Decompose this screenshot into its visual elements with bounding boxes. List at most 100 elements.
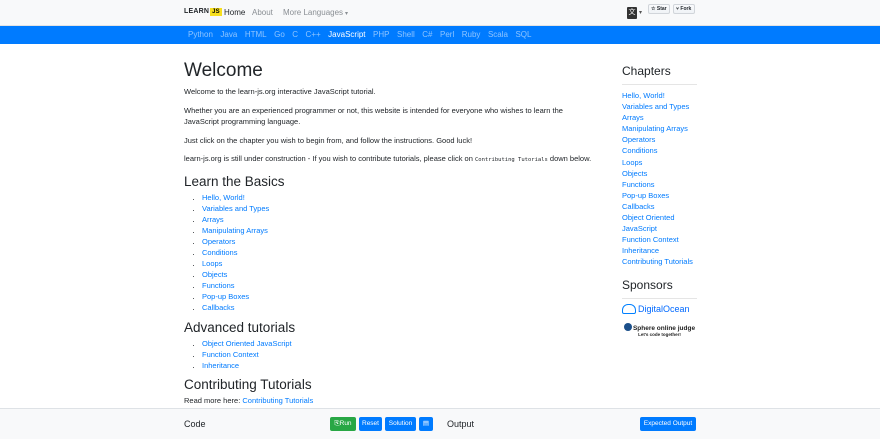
reset-button[interactable]: Reset <box>359 417 382 431</box>
instructions-paragraph: Just click on the chapter you wish to be… <box>184 135 473 145</box>
list-item: Functions <box>202 280 594 291</box>
language-bar: Python Java HTML Go C C++ JavaScript PHP Shell C#… <box>0 26 880 44</box>
language-tab[interactable]: JavaScript <box>328 30 365 39</box>
basics-list: Hello, World! Variables and Types Arrays Ma… <box>184 192 594 314</box>
top-navbar: LEARN JS Home About More Languages ▾ 文 ▾ ☆… <box>0 0 880 26</box>
chapter-list: Hello, World! Variables and Types Arrays Ma… <box>622 90 697 268</box>
chapter-link[interactable]: Functions <box>622 179 697 190</box>
language-tab[interactable]: PHP <box>373 30 389 39</box>
chapter-link[interactable]: Variables and Types <box>622 101 697 112</box>
digitalocean-label: DigitalOcean <box>638 303 690 314</box>
logo-text: LEARN <box>184 8 210 15</box>
contributing-link[interactable]: Contributing Tutorials <box>242 396 313 405</box>
sphere-title: Sphere online judge <box>632 324 696 332</box>
list-item: Object Oriented JavaScript <box>202 338 594 349</box>
more-languages-dropdown[interactable]: More Languages ▾ <box>283 8 348 17</box>
tutorial-link[interactable]: Objects <box>202 270 227 279</box>
language-tab[interactable]: Java <box>220 30 237 39</box>
chapter-link[interactable]: Loops <box>622 157 697 168</box>
nav-about-link[interactable]: About <box>252 8 273 17</box>
tutorial-link[interactable]: Manipulating Arrays <box>202 226 268 235</box>
list-item: Operators <box>202 236 594 247</box>
tutorial-link[interactable]: Variables and Types <box>202 204 269 213</box>
language-tab[interactable]: Shell <box>397 30 415 39</box>
language-tab[interactable]: Ruby <box>462 30 481 39</box>
chevron-down-icon[interactable]: ▾ <box>639 9 642 16</box>
audience-paragraph: Whether you are an experienced programme… <box>184 105 563 127</box>
chapter-link[interactable]: Manipulating Arrays <box>622 123 697 134</box>
sphere-title-row: Sphere online judge <box>622 322 697 332</box>
read-more-paragraph: Read more here: Contributing Tutorials <box>184 395 594 407</box>
chapter-link[interactable]: Callbacks <box>622 201 697 212</box>
chapter-link[interactable]: Conditions <box>622 145 697 156</box>
intro-paragraph: Welcome to the learn-js.org interactive … <box>184 87 376 96</box>
run-button[interactable]: ⎘Run <box>330 417 356 431</box>
language-flag-icon[interactable]: 文 <box>627 7 637 19</box>
tutorial-link[interactable]: Conditions <box>202 248 237 257</box>
list-item: Callbacks <box>202 302 594 313</box>
language-tab[interactable]: Go <box>274 30 285 39</box>
chapters-heading: Chapters <box>622 64 697 85</box>
language-tab[interactable]: SQL <box>515 30 531 39</box>
chapter-link[interactable]: Object Oriented JavaScript <box>622 212 697 234</box>
chevron-down-icon: ▾ <box>345 11 349 17</box>
page-title: Welcome <box>184 60 263 81</box>
list-item: Loops <box>202 258 594 269</box>
solution-button[interactable]: Solution <box>385 417 416 431</box>
tutorial-link[interactable]: Callbacks <box>202 303 235 312</box>
github-fork-label: Fork <box>680 6 692 12</box>
tutorial-link[interactable]: Function Context <box>202 350 259 359</box>
github-fork-button[interactable]: ⑂ Fork <box>673 4 695 14</box>
tutorial-link[interactable]: Inheritance <box>202 361 239 370</box>
advanced-heading: Advanced tutorials <box>184 319 296 335</box>
expected-output-button[interactable]: Expected Output <box>640 417 696 431</box>
sphere-icon <box>623 322 632 331</box>
language-tab[interactable]: HTML <box>245 30 267 39</box>
chapter-link[interactable]: Arrays <box>622 112 697 123</box>
tutorial-link[interactable]: Operators <box>202 237 235 246</box>
construction-text-end: down below. <box>547 154 592 163</box>
more-languages-label: More Languages <box>283 8 344 17</box>
nav-home-link[interactable]: Home <box>224 8 245 17</box>
language-tab[interactable]: Perl <box>440 30 454 39</box>
output-label: Output <box>447 419 475 429</box>
chapter-link[interactable]: Inheritance <box>622 245 697 256</box>
run-label: Run <box>339 420 352 427</box>
tutorial-link[interactable]: Pop-up Boxes <box>202 292 249 301</box>
language-tab[interactable]: C <box>292 30 298 39</box>
chapter-link[interactable]: Objects <box>622 168 697 179</box>
contributing-code: Contributing Tutorials <box>474 157 548 163</box>
tutorial-link[interactable]: Hello, World! <box>202 193 245 202</box>
chapter-link[interactable]: Operators <box>622 134 697 145</box>
tutorial-link[interactable]: Loops <box>202 259 222 268</box>
language-tab[interactable]: C# <box>422 30 432 39</box>
list-item: Arrays <box>202 214 594 225</box>
list-item: Hello, World! <box>202 192 594 203</box>
main-content: Welcome Welcome to the learn-js.org inte… <box>184 60 594 413</box>
list-item: Inheritance <box>202 360 594 371</box>
digitalocean-sponsor[interactable]: DigitalOcean <box>622 303 697 314</box>
language-tab[interactable]: Python <box>188 30 213 39</box>
list-item: Function Context <box>202 349 594 360</box>
list-item: Variables and Types <box>202 203 594 214</box>
github-star-button[interactable]: ☆ Star <box>648 4 670 14</box>
chapter-link[interactable]: Pop-up Boxes <box>622 190 697 201</box>
tutorial-link[interactable]: Object Oriented JavaScript <box>202 339 292 348</box>
chapter-link[interactable]: Hello, World! <box>622 90 697 101</box>
advanced-list: Object Oriented JavaScript Function Conte… <box>184 338 594 371</box>
basics-heading: Learn the Basics <box>184 173 285 189</box>
chapter-link[interactable]: Contributing Tutorials <box>622 256 697 267</box>
sphere-tagline: Let's code together! <box>638 331 681 337</box>
list-item: Manipulating Arrays <box>202 225 594 236</box>
sphere-sponsor[interactable]: Sphere online judge Let's code together! <box>622 322 697 337</box>
document-icon[interactable]: ▤ <box>419 417 433 431</box>
language-tab[interactable]: Scala <box>488 30 508 39</box>
tutorial-link[interactable]: Arrays <box>202 215 224 224</box>
chapter-link[interactable]: Function Context <box>622 234 697 245</box>
site-logo[interactable]: LEARN JS <box>184 8 222 16</box>
sponsors-heading: Sponsors <box>622 278 697 299</box>
construction-paragraph: learn-js.org is still under construction… <box>184 153 594 167</box>
read-more-text: Read more here: <box>184 395 243 405</box>
tutorial-link[interactable]: Functions <box>202 281 235 290</box>
language-tab[interactable]: C++ <box>306 30 321 39</box>
